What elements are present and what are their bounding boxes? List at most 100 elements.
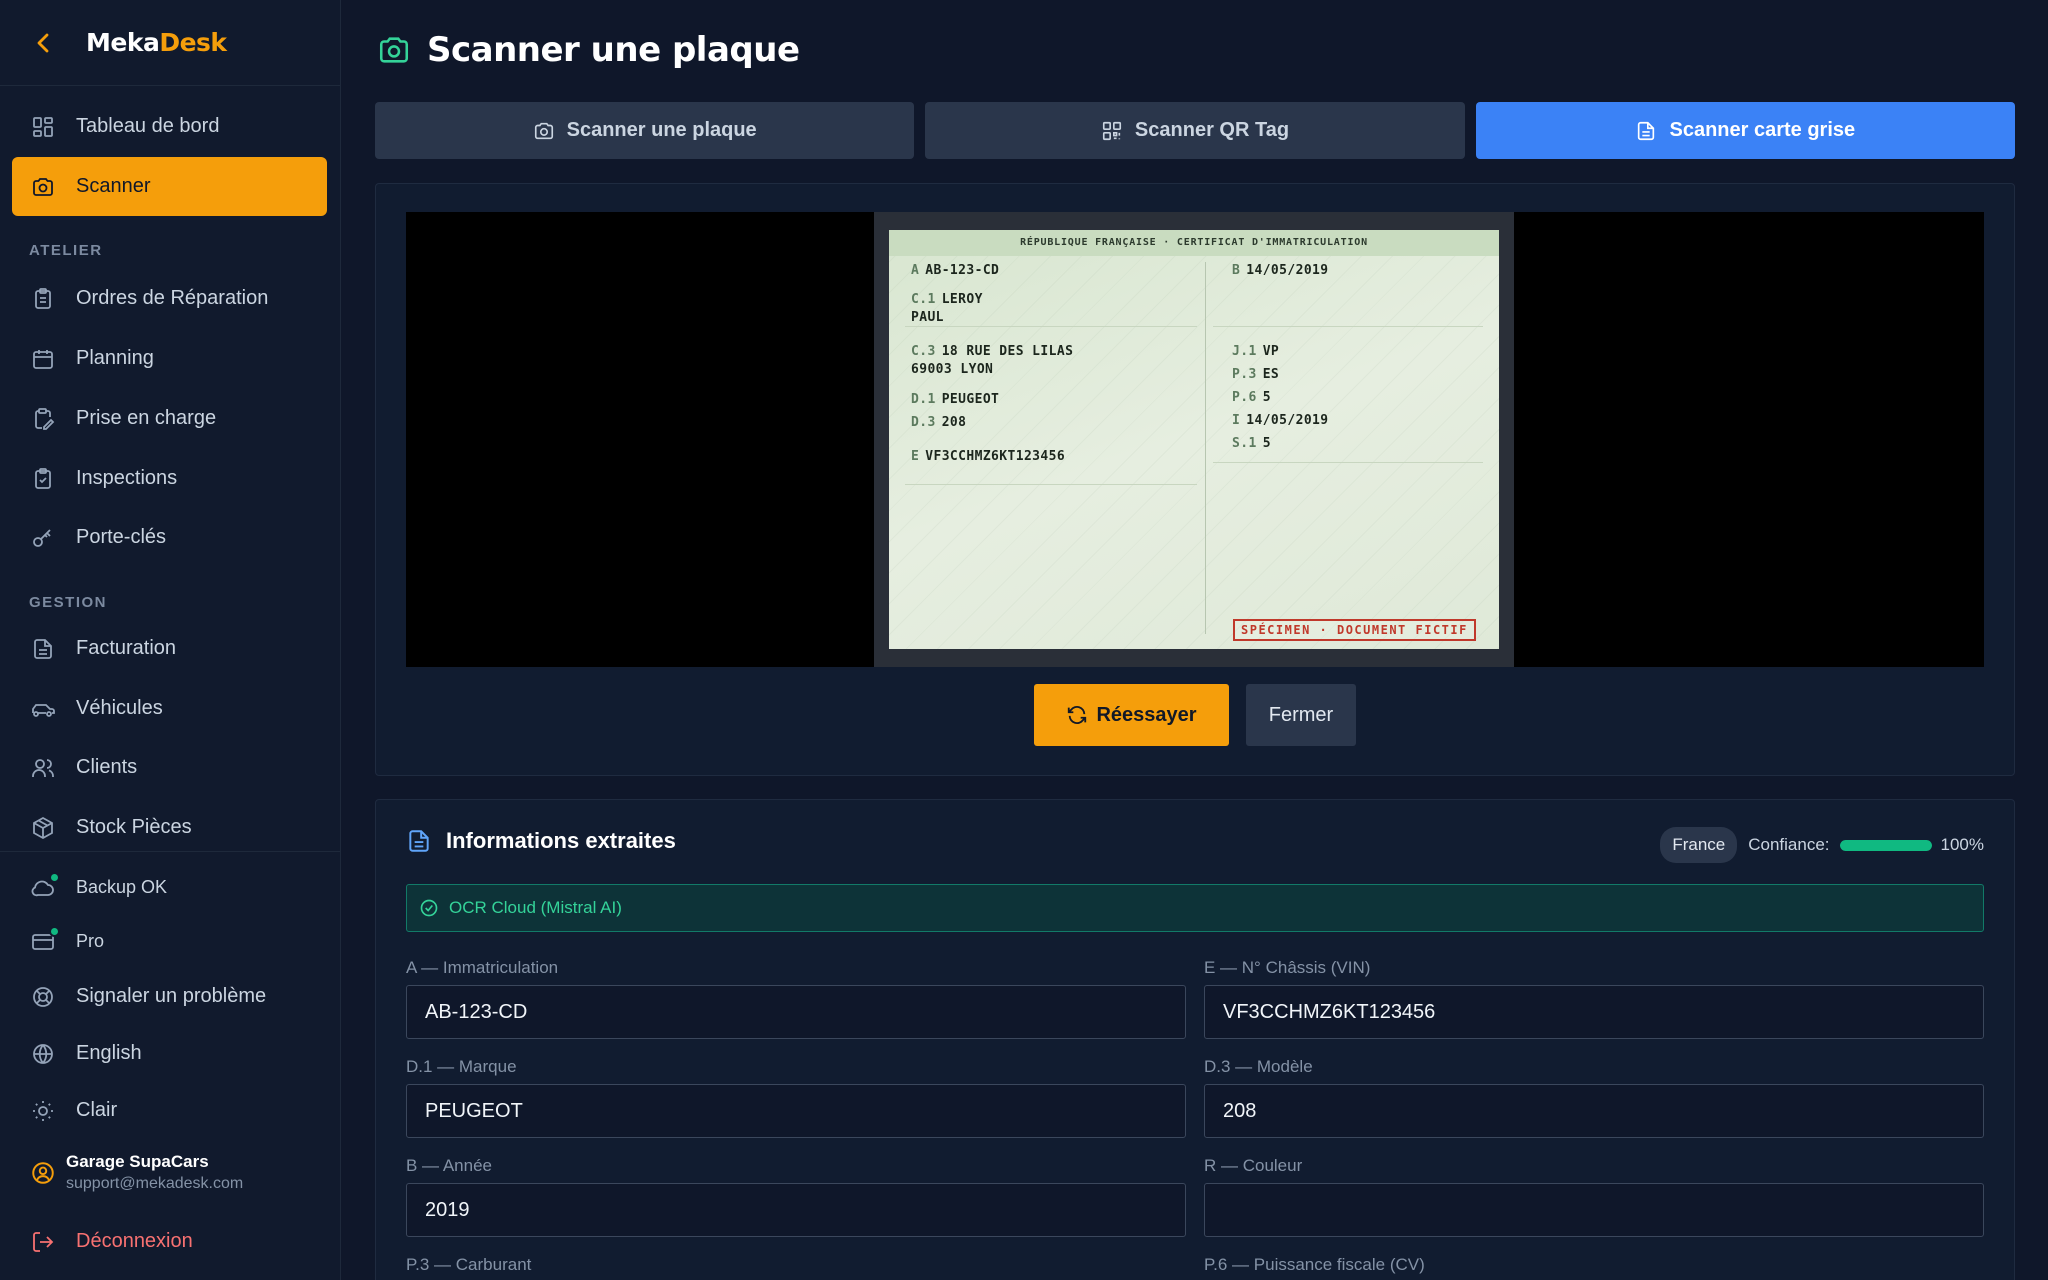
sidebar-item-label: Scanner bbox=[76, 175, 151, 197]
user-email: support@mekadesk.com bbox=[66, 1175, 244, 1192]
field-label-year: B — Année bbox=[406, 1156, 493, 1175]
field-label-registration: A — Immatriculation bbox=[406, 958, 559, 977]
tab-scan-registration[interactable]: Scanner carte grise bbox=[1475, 102, 2015, 159]
doc-field-j1: J.1 VP bbox=[1232, 344, 1280, 359]
doc-field-p3: P.3 ES bbox=[1232, 367, 1280, 382]
color-field[interactable] bbox=[1204, 1183, 1984, 1237]
logout-icon bbox=[30, 1229, 56, 1255]
status-dot bbox=[49, 925, 60, 937]
sidebar-item-plan[interactable]: Pro bbox=[12, 912, 327, 971]
year-field[interactable]: 2019 bbox=[406, 1183, 1186, 1237]
tab-scan-qr[interactable]: Scanner QR Tag bbox=[925, 102, 1465, 159]
close-button[interactable]: Fermer bbox=[1246, 684, 1356, 746]
registration-field[interactable]: AB-123-CD bbox=[406, 985, 1186, 1039]
doc-field-s1: S.1 5 bbox=[1232, 436, 1271, 451]
file-text-icon bbox=[30, 636, 56, 662]
registration-document-image: RÉPUBLIQUE FRANÇAISE · CERTIFICAT D'IMMA… bbox=[889, 230, 1499, 649]
retry-label: Réessayer bbox=[1096, 703, 1197, 726]
sidebar-item-clients[interactable]: Clients bbox=[12, 738, 327, 797]
car-icon bbox=[30, 696, 56, 722]
sidebar-item-label: Clients bbox=[76, 756, 138, 778]
section-label-atelier: ATELIER bbox=[29, 242, 103, 259]
file-text-icon bbox=[406, 828, 432, 854]
sidebar-item-label: Prise en charge bbox=[76, 407, 217, 429]
logout-label: Déconnexion bbox=[76, 1230, 193, 1252]
sidebar-item-scanner[interactable]: Scanner bbox=[12, 157, 327, 216]
sidebar-item-key-holder[interactable]: Porte-clés bbox=[12, 508, 327, 567]
country-badge: France bbox=[1660, 827, 1738, 863]
field-label-vin: E — N° Châssis (VIN) bbox=[1204, 958, 1371, 977]
field-label-fiscal-power: P.6 — Puissance fiscale (CV) bbox=[1204, 1255, 1425, 1274]
package-icon bbox=[30, 815, 56, 841]
sidebar-item-label: Planning bbox=[76, 347, 154, 369]
model-field[interactable]: 208 bbox=[1204, 1084, 1984, 1138]
sidebar-item-label: Inspections bbox=[76, 467, 178, 489]
sidebar-item-dashboard[interactable]: Tableau de bord bbox=[12, 97, 327, 156]
tab-label: Scanner une plaque bbox=[566, 119, 757, 141]
logout-button[interactable]: Déconnexion bbox=[12, 1212, 327, 1271]
sidebar-item-label: Tableau de bord bbox=[76, 115, 220, 137]
sidebar-item-vehicles[interactable]: Véhicules bbox=[12, 679, 327, 738]
sidebar-item-label: English bbox=[76, 1042, 142, 1064]
clipboard-icon bbox=[30, 286, 56, 312]
specimen-stamp: SPÉCIMEN · DOCUMENT FICTIF bbox=[1233, 619, 1476, 641]
page-header: Scanner une plaque bbox=[377, 30, 800, 70]
cloud-icon bbox=[30, 871, 60, 901]
lifebuoy-icon bbox=[30, 984, 56, 1010]
scan-mode-tabs: Scanner une plaque Scanner QR Tag Scanne… bbox=[375, 102, 2015, 159]
user-name: Garage SupaCars bbox=[66, 1152, 209, 1171]
extracted-info-title: Informations extraites bbox=[446, 828, 676, 853]
sidebar-item-label: Facturation bbox=[76, 637, 177, 659]
users-icon bbox=[30, 755, 56, 781]
sidebar-item-billing[interactable]: Facturation bbox=[12, 619, 327, 678]
sidebar-item-language[interactable]: English bbox=[12, 1024, 327, 1083]
credit-card-icon bbox=[30, 925, 60, 955]
user-circle-icon bbox=[30, 1160, 56, 1186]
key-icon bbox=[30, 525, 56, 551]
sidebar-item-repair-orders[interactable]: Ordres de Réparation bbox=[12, 269, 327, 328]
extracted-info-panel: Informations extraites France Confiance:… bbox=[375, 799, 2015, 1280]
main-content: Scanner une plaque Scanner une plaque Sc… bbox=[341, 0, 2048, 1280]
doc-field-i: I 14/05/2019 bbox=[1232, 413, 1329, 428]
brand-header: MekaDesk bbox=[0, 0, 340, 86]
sun-icon bbox=[30, 1098, 56, 1124]
logo-part-1: Meka bbox=[86, 28, 160, 57]
app-logo: MekaDesk bbox=[86, 28, 227, 57]
sidebar-item-parts-stock[interactable]: Stock Pièces bbox=[12, 798, 327, 857]
sidebar-divider bbox=[0, 851, 340, 852]
field-label-model: D.3 — Modèle bbox=[1204, 1057, 1313, 1076]
user-profile[interactable]: Garage SupaCars support@mekadesk.com bbox=[30, 1152, 243, 1193]
document-header: RÉPUBLIQUE FRANÇAISE · CERTIFICAT D'IMMA… bbox=[889, 230, 1499, 256]
make-field[interactable]: PEUGEOT bbox=[406, 1084, 1186, 1138]
sidebar-item-label: Backup OK bbox=[76, 877, 168, 897]
ocr-source-banner: OCR Cloud (Mistral AI) bbox=[406, 884, 1984, 932]
sidebar-item-label: Signaler un problème bbox=[76, 985, 267, 1007]
sidebar-item-inspections[interactable]: Inspections bbox=[12, 449, 327, 508]
field-label-make: D.1 — Marque bbox=[406, 1057, 517, 1076]
sidebar-item-label: Stock Pièces bbox=[76, 816, 192, 838]
sidebar-item-intake[interactable]: Prise en charge bbox=[12, 389, 327, 448]
captured-image-frame: RÉPUBLIQUE FRANÇAISE · CERTIFICAT D'IMMA… bbox=[874, 212, 1514, 667]
camera-preview: RÉPUBLIQUE FRANÇAISE · CERTIFICAT D'IMMA… bbox=[406, 212, 1984, 667]
tab-label: Scanner QR Tag bbox=[1134, 119, 1290, 141]
close-label: Fermer bbox=[1268, 703, 1334, 726]
retry-button[interactable]: Réessayer bbox=[1034, 684, 1229, 746]
sidebar-item-label: Clair bbox=[76, 1099, 118, 1121]
sidebar-item-theme[interactable]: Clair bbox=[12, 1081, 327, 1140]
sidebar-item-backup[interactable]: Backup OK bbox=[12, 858, 327, 917]
doc-field-d1: D.1 PEUGEOT bbox=[911, 392, 1000, 407]
sidebar-item-planning[interactable]: Planning bbox=[12, 329, 327, 388]
sidebar-item-label: Ordres de Réparation bbox=[76, 287, 269, 309]
doc-field-a: A AB-123-CD bbox=[911, 263, 1000, 278]
globe-icon bbox=[30, 1041, 56, 1067]
doc-field-p6: P.6 5 bbox=[1232, 390, 1271, 405]
doc-field-d3: D.3 208 bbox=[911, 415, 967, 430]
sidebar-item-report-problem[interactable]: Signaler un problème bbox=[12, 967, 327, 1026]
clipboard-check-icon bbox=[30, 466, 56, 492]
camera-icon bbox=[533, 120, 555, 142]
vin-field[interactable]: VF3CCHMZ6KT123456 bbox=[1204, 985, 1984, 1039]
confidence-value: 100% bbox=[1940, 835, 1984, 854]
tab-scan-plate[interactable]: Scanner une plaque bbox=[375, 102, 915, 159]
chevron-left-icon[interactable] bbox=[30, 30, 56, 56]
confidence-label: Confiance: bbox=[1748, 835, 1830, 854]
